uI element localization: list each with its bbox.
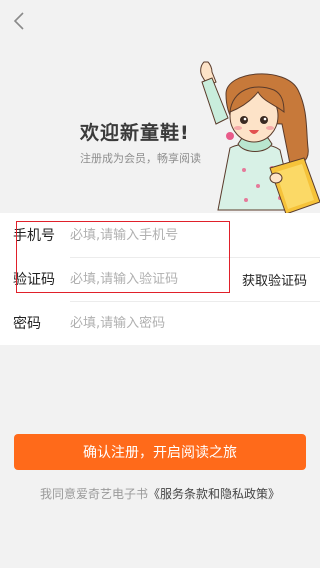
phone-label: 手机号	[13, 228, 55, 244]
welcome-header: 欢迎新童鞋! 注册成为会员，畅享阅读	[0, 0, 320, 215]
code-label: 验证码	[13, 272, 55, 288]
agreement-prefix: 我同意爱奇艺电子书	[39, 487, 148, 501]
code-input[interactable]	[70, 267, 230, 291]
terms-privacy-link[interactable]: 《服务条款和隐私政策》	[148, 487, 280, 501]
girl-reading-illustration	[200, 61, 320, 215]
password-row: 密码	[0, 301, 320, 345]
welcome-title: 欢迎新童鞋!	[80, 122, 190, 144]
agreement-text: 我同意爱奇艺电子书《服务条款和隐私政策》	[0, 485, 320, 502]
confirm-register-button[interactable]: 确认注册，开启阅读之旅	[14, 434, 306, 470]
password-label: 密码	[13, 316, 41, 332]
get-code-button[interactable]: 获取验证码	[242, 270, 307, 289]
welcome-subtitle: 注册成为会员，畅享阅读	[80, 152, 201, 165]
registration-form: 手机号 验证码 获取验证码 密码	[0, 213, 320, 345]
phone-input[interactable]	[70, 223, 230, 247]
phone-row: 手机号	[0, 213, 320, 257]
password-input[interactable]	[70, 311, 230, 335]
code-row: 验证码 获取验证码	[0, 257, 320, 301]
